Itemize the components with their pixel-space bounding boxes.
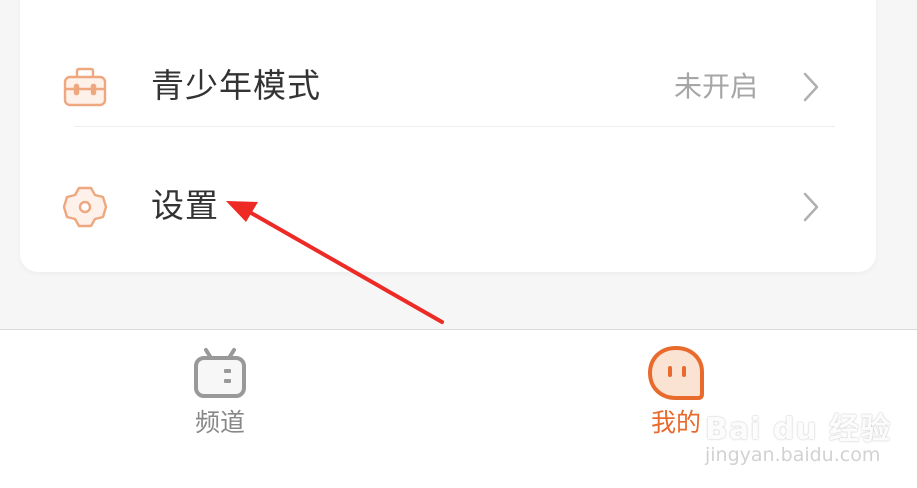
tab-channel[interactable]: 频道 — [150, 330, 290, 480]
gear-icon — [62, 184, 108, 230]
chevron-right-icon — [800, 71, 822, 103]
menu-item-status: 未开启 — [673, 70, 758, 103]
menu-item-settings[interactable]: 设置 — [20, 151, 876, 271]
menu-item-teen-mode[interactable]: 青少年模式 未开启 — [20, 25, 876, 145]
briefcase-icon — [62, 65, 108, 111]
calendar-tv-icon — [188, 344, 252, 402]
tab-label: 频道 — [194, 408, 245, 437]
watermark-logo: Bai du 经验 — [705, 412, 892, 447]
chevron-right-icon — [800, 191, 822, 223]
chat-face-icon — [644, 344, 708, 402]
watermark: Bai du 经验 jingyan.baidu.com — [705, 384, 895, 474]
menu-item-label: 青少年模式 — [151, 66, 321, 105]
watermark-url: jingyan.baidu.com — [705, 444, 881, 466]
menu-item-label: 设置 — [151, 186, 219, 225]
